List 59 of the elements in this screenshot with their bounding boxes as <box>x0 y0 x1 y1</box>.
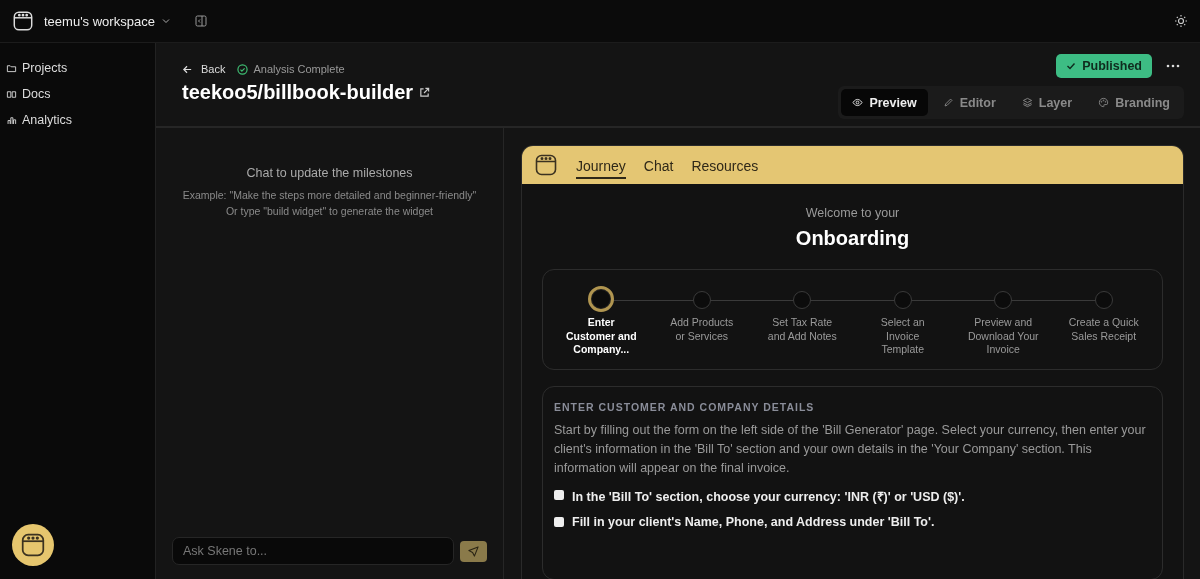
task-checkbox[interactable] <box>554 516 564 527</box>
assistant-button[interactable] <box>12 524 54 566</box>
view-tab[interactable]: Preview <box>841 89 928 116</box>
step-label[interactable]: Create a Quick Sales Receipt <box>1067 316 1140 343</box>
step-label[interactable]: Select an Invoice Template <box>866 316 939 357</box>
task-label: In the 'Bill To' section, choose your currency: 'INR (₹)' or 'USD ($)'. <box>572 488 965 505</box>
view-tab[interactable]: Layer <box>1010 89 1084 116</box>
journey-nav-tab[interactable]: Resources <box>691 151 759 179</box>
journey-nav-tab[interactable]: Journey <box>576 151 626 179</box>
workspace-switcher[interactable]: teemu's workspace <box>44 13 171 29</box>
sun-icon[interactable] <box>1174 14 1188 28</box>
bar-chart-icon <box>6 114 17 126</box>
journey-nav-tab[interactable]: Chat <box>643 151 674 179</box>
view-tab[interactable]: Editor <box>931 89 1007 116</box>
eye-icon <box>852 97 864 108</box>
task-label: Fill in your client's Name, Phone, and Address under 'Bill To'. <box>572 514 935 529</box>
chat-input-field[interactable]: Ask Skene to... <box>172 537 454 565</box>
sidebar-item[interactable]: Projects <box>6 57 149 79</box>
step-marker[interactable] <box>1094 291 1113 309</box>
app-logo-icon <box>534 153 558 177</box>
step-marker[interactable] <box>793 291 812 309</box>
check-icon <box>1066 61 1077 71</box>
sidebar-toggle-icon[interactable] <box>194 15 207 27</box>
folder-icon <box>6 62 17 74</box>
step-marker[interactable] <box>588 286 615 312</box>
welcome-text: Welcome to your <box>804 206 901 220</box>
section-description: Start by filling out the form on the left side of the 'Bill Generator' page. Select your currency, then enter your client's information in the 'Bill To' section and your own details in the 'Your Company' section. This information will appear on the final invoice. <box>554 421 1147 477</box>
send-icon <box>468 545 479 557</box>
task-checkbox[interactable] <box>554 489 564 500</box>
view-tab[interactable]: Branding <box>1087 89 1181 116</box>
palette-icon <box>1098 97 1110 108</box>
chat-example-text: Example: "Make the steps more detailed and beginner-friendly" <box>182 188 477 203</box>
pencil-icon <box>942 97 954 108</box>
layers-icon <box>1021 97 1033 108</box>
published-button[interactable]: Published <box>1056 54 1152 78</box>
chat-hint-text: Or type "build widget" to generate the widget <box>224 204 435 219</box>
step-label[interactable]: Set Tax Rate and Add Notes <box>766 316 839 343</box>
status-text: Analysis Complete <box>253 63 345 75</box>
workspace-logo-icon <box>12 10 34 32</box>
onboarding-heading: Onboarding <box>794 227 911 250</box>
project-title: teekoo5/billbook-builder <box>182 81 414 104</box>
sidebar-item[interactable]: Docs <box>6 83 149 105</box>
step-marker[interactable] <box>994 291 1013 309</box>
book-icon <box>6 88 17 100</box>
chevron-down-icon <box>160 16 171 26</box>
step-marker[interactable] <box>692 291 711 309</box>
step-label[interactable]: Preview and Download Your Invoice <box>967 316 1040 357</box>
step-marker[interactable] <box>893 291 912 309</box>
check-circle-icon <box>237 63 249 75</box>
sidebar-item[interactable]: Analytics <box>6 109 149 131</box>
section-title: ENTER CUSTOMER AND COMPANY DETAILS <box>554 400 816 413</box>
back-button[interactable]: Back <box>182 63 226 75</box>
external-link-icon[interactable] <box>419 87 431 98</box>
send-button[interactable] <box>460 540 487 562</box>
chat-title: Chat to update the milestones <box>246 166 413 180</box>
arrow-left-icon <box>182 63 193 75</box>
step-label[interactable]: Enter Customer and Company... <box>565 316 638 357</box>
step-label[interactable]: Add Products or Services <box>665 316 738 343</box>
app-logo-icon <box>20 532 46 558</box>
